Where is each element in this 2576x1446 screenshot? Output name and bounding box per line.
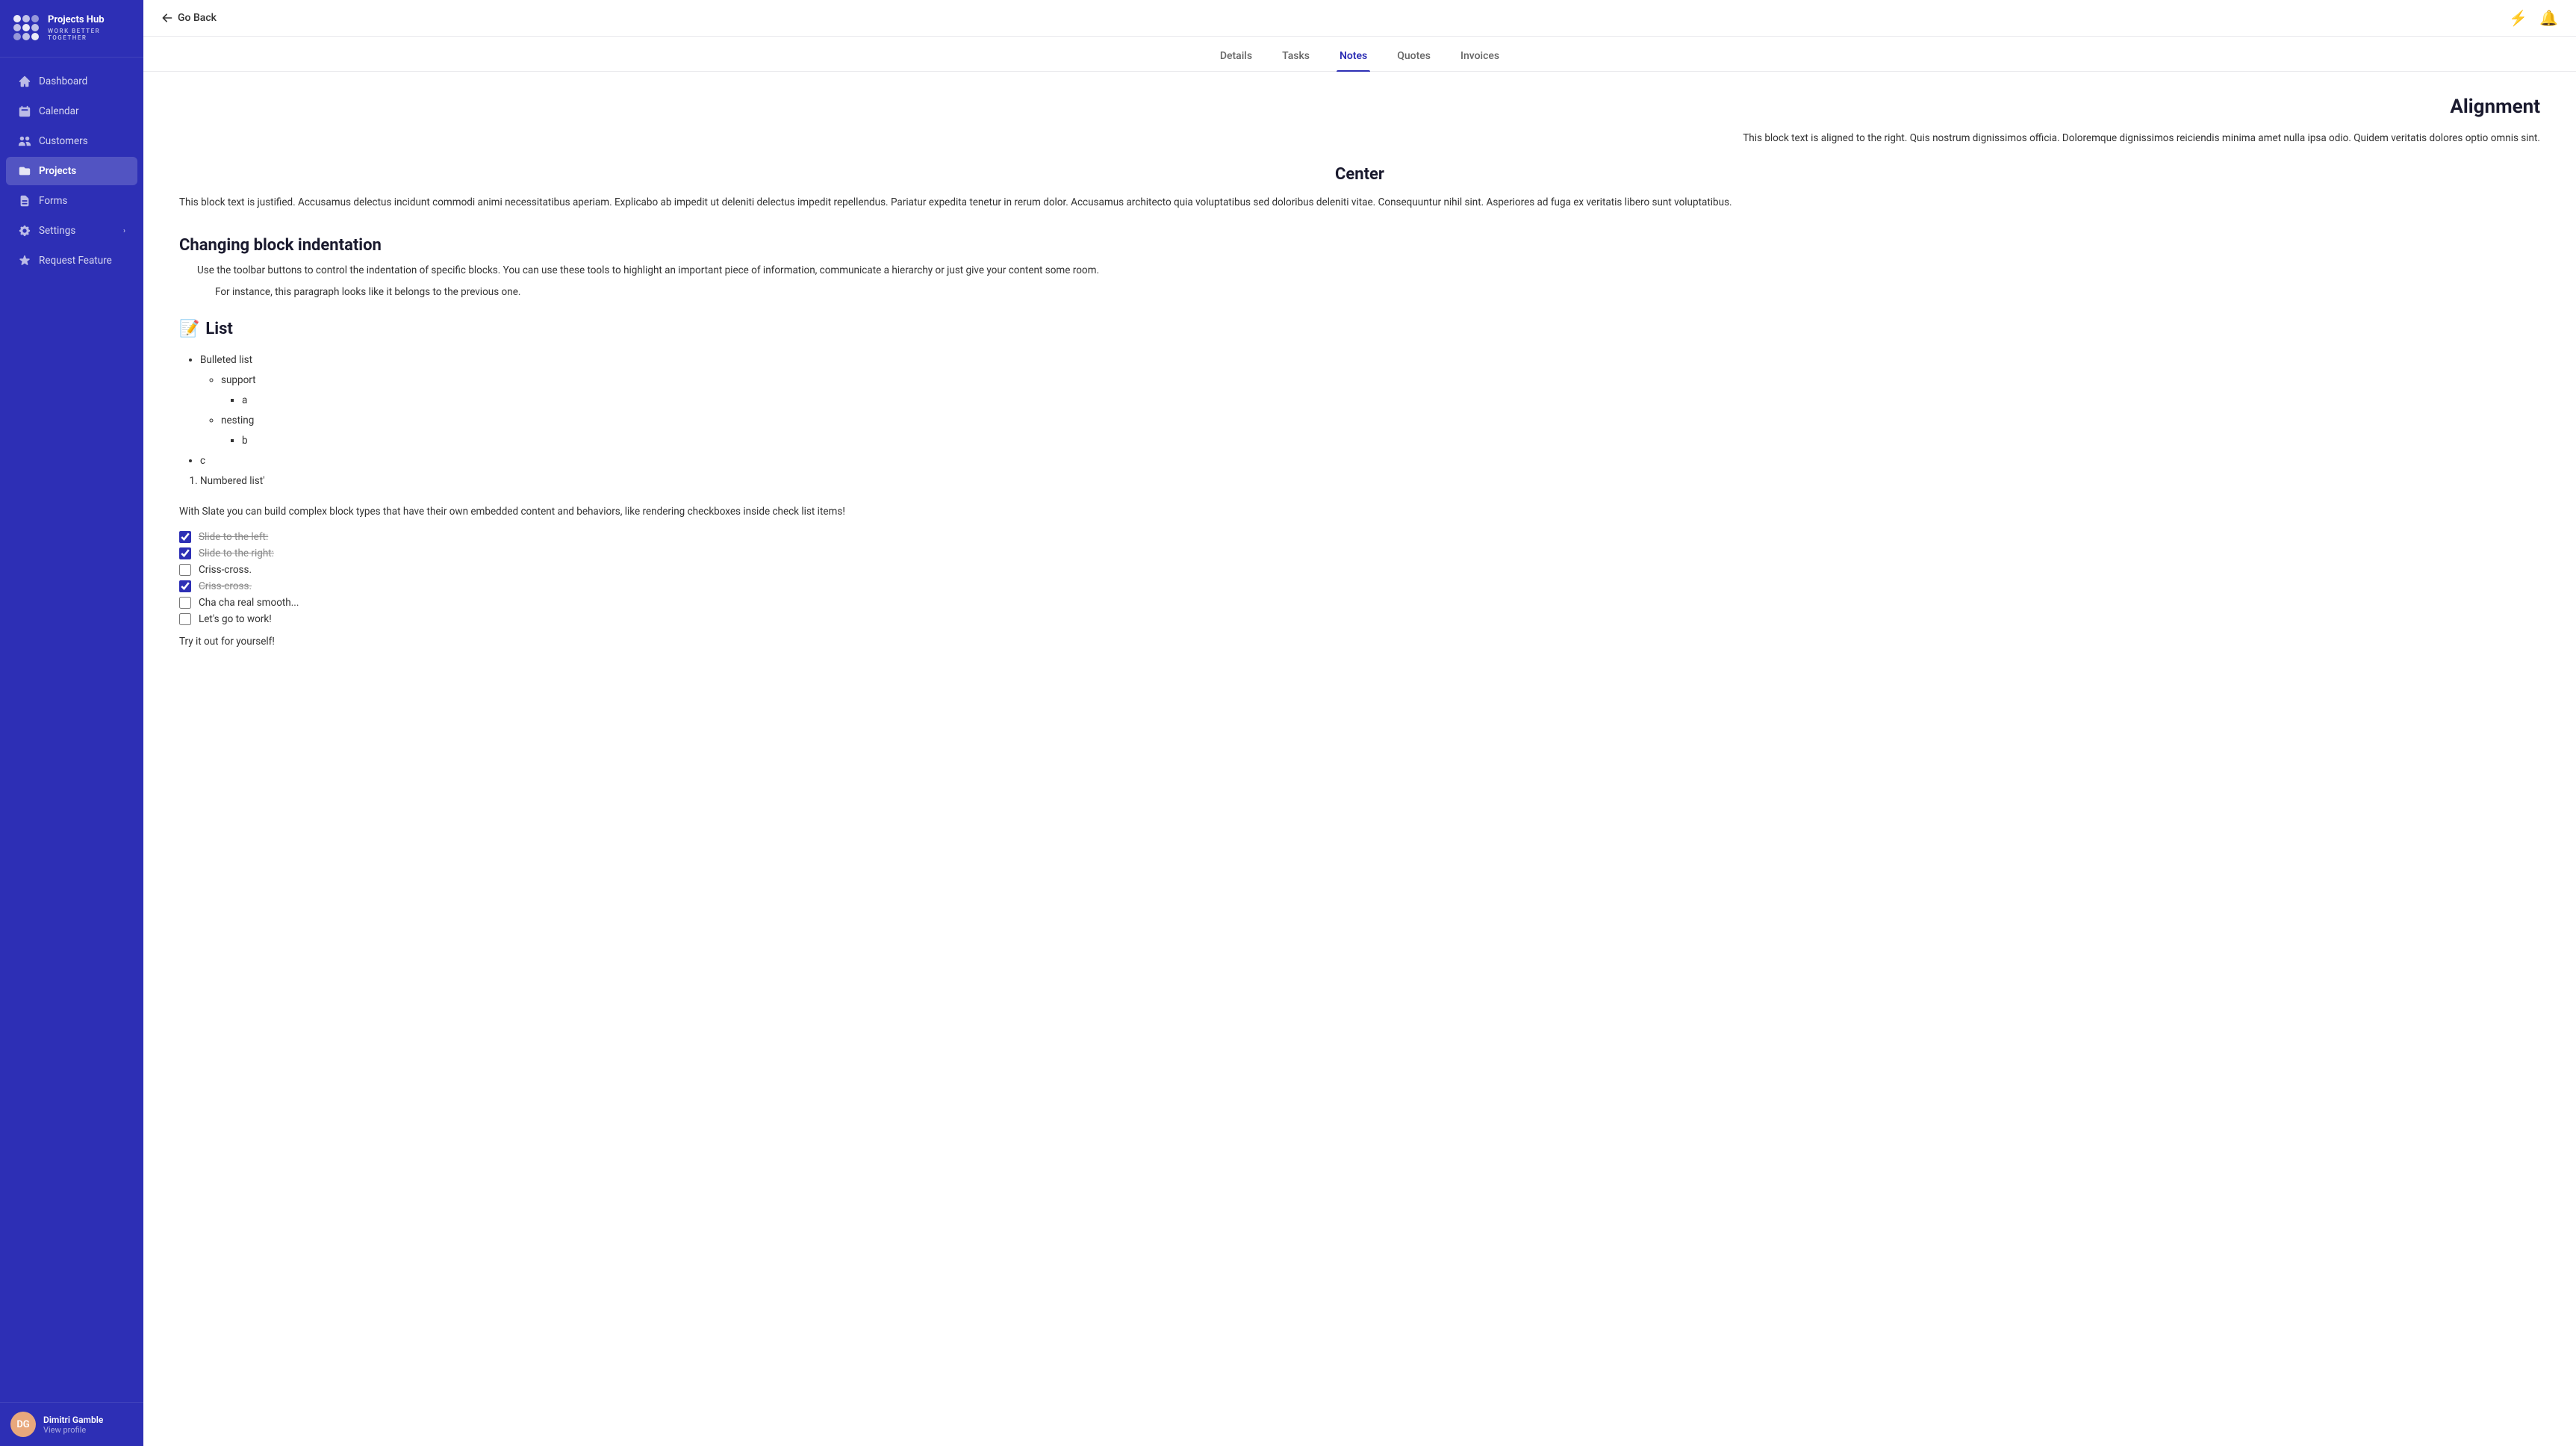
nested-list-2: a (221, 391, 2540, 411)
app-tagline: WORK BETTER TOGETHER (48, 28, 131, 41)
indent-para-2: For instance, this paragraph looks like … (179, 284, 2540, 302)
checkbox-item-5: Cha cha real smooth... (179, 597, 2540, 609)
checkbox-item-6: Let's go to work! (179, 613, 2540, 625)
folder-icon (18, 164, 31, 178)
list-item: a (242, 391, 2540, 411)
bulleted-list: Bulleted list support a nesting b (179, 350, 2540, 471)
sidebar-item-settings[interactable]: Settings › (6, 217, 137, 245)
checkbox-2[interactable] (179, 547, 191, 559)
chevron-right-icon: › (123, 227, 125, 235)
list-item: c (200, 451, 2540, 471)
arrow-left-icon (161, 12, 173, 24)
notes-content: Alignment This block text is aligned to … (143, 72, 2576, 1446)
sidebar-item-label: Request Feature (39, 255, 112, 267)
sidebar-item-forms[interactable]: Forms (6, 187, 137, 215)
sidebar-item-label: Customers (39, 135, 88, 147)
checkbox-item-3: Criss-cross. (179, 564, 2540, 576)
alignment-heading: Alignment (179, 96, 2540, 118)
checkbox-label-2: Slide to the right: (199, 547, 274, 559)
tab-quotes[interactable]: Quotes (1394, 44, 1434, 71)
nested-list: support a nesting b (200, 370, 2540, 451)
view-profile-link[interactable]: View profile (43, 1425, 103, 1435)
main-content: Go Back ⚡ 🔔 Details Tasks Notes Quotes I… (143, 0, 2576, 1446)
list-item: Bulleted list support a nesting b (200, 350, 2540, 451)
bell-icon[interactable]: 🔔 (2539, 9, 2558, 27)
sidebar-item-dashboard[interactable]: Dashboard (6, 67, 137, 96)
center-heading: Center (179, 165, 2540, 184)
checkbox-item-1: Slide to the left: (179, 531, 2540, 543)
star-icon (18, 254, 31, 267)
user-footer[interactable]: DG Dimitri Gamble View profile (0, 1402, 143, 1446)
right-aligned-text: This block text is aligned to the right.… (179, 130, 2540, 147)
tab-details[interactable]: Details (1217, 44, 1255, 71)
try-text: Try it out for yourself! (179, 636, 2540, 648)
sidebar-item-request-feature[interactable]: Request Feature (6, 246, 137, 275)
logo-icon (12, 13, 40, 42)
calendar-icon (18, 105, 31, 118)
checkbox-label-6: Let's go to work! (199, 613, 272, 625)
sidebar: Projects Hub WORK BETTER TOGETHER Dashbo… (0, 0, 143, 1446)
list-heading-text: List (205, 320, 232, 338)
sidebar-item-label: Dashboard (39, 75, 87, 87)
checkbox-3[interactable] (179, 564, 191, 576)
avatar: DG (10, 1412, 36, 1437)
checkbox-4[interactable] (179, 580, 191, 592)
tabs-bar: Details Tasks Notes Quotes Invoices (143, 37, 2576, 72)
settings-icon (18, 224, 31, 238)
sidebar-item-calendar[interactable]: Calendar (6, 97, 137, 125)
checkbox-label-4: Criss-cross. (199, 580, 252, 592)
tab-tasks[interactable]: Tasks (1279, 44, 1313, 71)
list-item: support a (221, 370, 2540, 411)
list-item: b (242, 431, 2540, 451)
back-button[interactable]: Go Back (161, 12, 217, 24)
app-name: Projects Hub (48, 14, 131, 26)
users-icon (18, 134, 31, 148)
checkbox-label-3: Criss-cross. (199, 564, 252, 576)
sidebar-item-label: Settings (39, 225, 75, 237)
topbar-actions: ⚡ 🔔 (2509, 9, 2558, 27)
checkbox-item-4: Criss-cross. (179, 580, 2540, 592)
tab-invoices[interactable]: Invoices (1457, 44, 1502, 71)
sidebar-item-label: Projects (39, 165, 76, 177)
file-text-icon (18, 194, 31, 208)
checkbox-list: Slide to the left: Slide to the right: C… (179, 531, 2540, 625)
numbered-list: Numbered list' (179, 471, 2540, 491)
tab-notes[interactable]: Notes (1337, 44, 1370, 71)
checkbox-1[interactable] (179, 531, 191, 543)
checkbox-5[interactable] (179, 597, 191, 609)
logo: Projects Hub WORK BETTER TOGETHER (0, 0, 143, 58)
checkbox-item-2: Slide to the right: (179, 547, 2540, 559)
bolt-icon[interactable]: ⚡ (2509, 9, 2527, 27)
sidebar-item-projects[interactable]: Projects (6, 157, 137, 185)
back-label: Go Back (178, 12, 217, 24)
with-slate-text: With Slate you can build complex block t… (179, 503, 2540, 521)
nested-list-3: b (221, 431, 2540, 451)
sidebar-item-label: Calendar (39, 105, 79, 117)
list-emoji: 📝 (179, 320, 199, 338)
checkbox-label-1: Slide to the left: (199, 531, 268, 543)
topbar: Go Back ⚡ 🔔 (143, 0, 2576, 37)
sidebar-item-customers[interactable]: Customers (6, 127, 137, 155)
block-indent-heading: Changing block indentation (179, 236, 2540, 255)
user-name: Dimitri Gamble (43, 1415, 103, 1425)
list-container: Bulleted list support a nesting b (179, 350, 2540, 491)
list-section-heading: 📝 List (179, 320, 2540, 338)
home-icon (18, 75, 31, 88)
list-item: Numbered list' (200, 471, 2540, 491)
checkbox-label-5: Cha cha real smooth... (199, 597, 299, 609)
sidebar-item-label: Forms (39, 195, 67, 207)
indent-para-1: Use the toolbar buttons to control the i… (179, 262, 2540, 280)
checkbox-6[interactable] (179, 613, 191, 625)
justified-text: This block text is justified. Accusamus … (179, 194, 2540, 212)
sidebar-nav: Dashboard Calendar Customers Projects Fo… (0, 63, 143, 1402)
list-item: nesting b (221, 411, 2540, 451)
